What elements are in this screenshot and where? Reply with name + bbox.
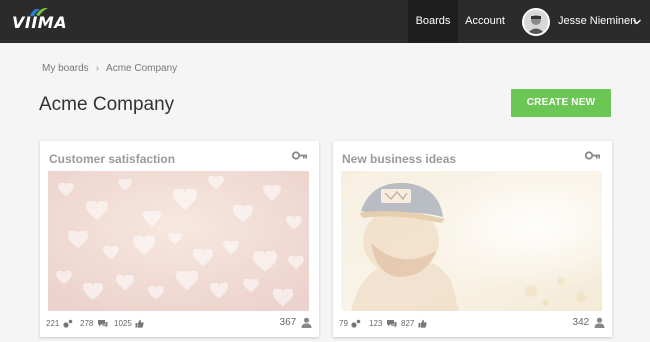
viima-logo[interactable]: VIIMA	[12, 7, 82, 33]
comments-count: 123	[369, 319, 383, 328]
likes-count: 1025	[114, 319, 132, 328]
user-name: Jesse Nieminen	[558, 15, 637, 27]
comments-icon	[386, 320, 397, 328]
breadcrumb-separator-icon: ›	[95, 63, 100, 74]
ideas-icon	[62, 320, 72, 328]
users-stat: 342	[573, 317, 605, 328]
comments-count: 278	[80, 319, 94, 328]
ideas-count: 79	[339, 319, 348, 328]
nav-account[interactable]: Account	[459, 0, 511, 43]
user-icon	[301, 317, 312, 328]
chevron-down-icon[interactable]	[632, 17, 642, 27]
comments-icon	[97, 320, 108, 328]
thumbs-up-icon	[418, 319, 427, 328]
board-stats: 79 123 827 342	[339, 317, 607, 331]
user-menu[interactable]: Jesse Nieminen	[522, 8, 644, 36]
avatar-portrait-icon	[524, 10, 548, 34]
ideas-stat: 79	[339, 319, 361, 328]
breadcrumb-current: Acme Company	[106, 63, 178, 74]
likes-count: 827	[401, 319, 415, 328]
board-stats: 221 278 1025 367	[46, 317, 314, 331]
key-icon	[585, 151, 600, 160]
logo-leaf-icon	[30, 7, 48, 16]
board-title: Customer satisfaction	[49, 152, 176, 166]
breadcrumb-my-boards[interactable]: My boards	[42, 63, 89, 74]
user-icon	[594, 317, 605, 328]
nav-boards[interactable]: Boards	[408, 0, 458, 43]
breadcrumb: My boards › Acme Company	[42, 63, 177, 74]
board-card-new-business-ideas[interactable]: New business ideas 79 123 827 342	[333, 141, 612, 337]
ideas-stat: 221	[46, 319, 73, 328]
ideas-icon	[351, 320, 361, 328]
create-new-button[interactable]: CREATE NEW	[511, 89, 611, 117]
top-navigation-bar: VIIMA Boards Account Jesse Nieminen	[0, 0, 650, 43]
thumbs-up-icon	[135, 319, 144, 328]
users-stat: 367	[280, 317, 312, 328]
board-image-man-in-cap	[341, 171, 602, 311]
comments-stat: 123	[369, 319, 397, 328]
users-count: 367	[279, 317, 297, 329]
ideas-count: 221	[46, 319, 60, 328]
likes-stat: 1025	[114, 319, 144, 328]
comments-stat: 278	[80, 319, 108, 328]
users-count: 342	[572, 317, 590, 329]
avatar	[522, 8, 550, 36]
key-icon	[292, 151, 307, 160]
page-title: Acme Company	[39, 94, 175, 115]
board-title: New business ideas	[342, 152, 457, 166]
board-card-customer-satisfaction[interactable]: Customer satisfaction 221 278 1025 367	[40, 141, 319, 337]
likes-stat: 827	[401, 319, 427, 328]
board-image-hearts	[48, 171, 309, 311]
